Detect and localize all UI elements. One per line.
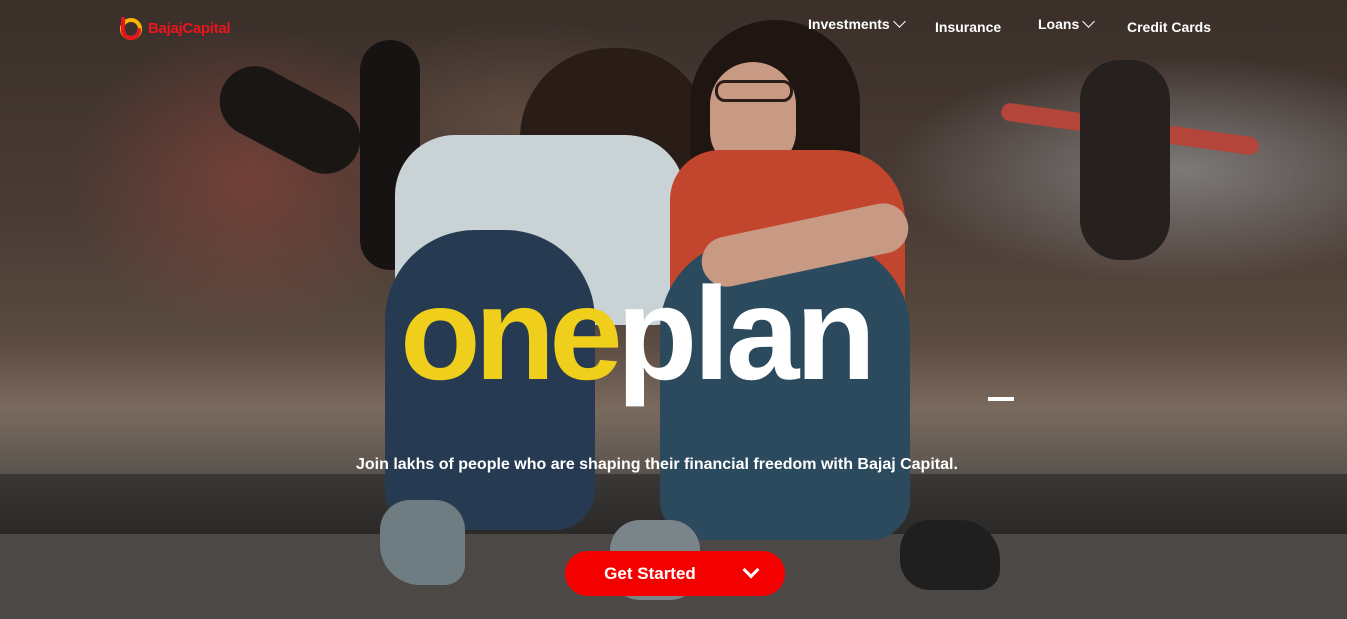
graffiti-shape	[207, 53, 373, 187]
glasses	[715, 80, 793, 102]
get-started-button[interactable]: Get Started	[565, 551, 785, 596]
shoe	[900, 520, 1000, 590]
shoe	[380, 500, 465, 585]
hero-headline: one plan	[400, 260, 876, 408]
nav-item-credit-cards[interactable]: Credit Cards	[1127, 19, 1211, 35]
chevron-down-icon	[892, 15, 906, 28]
bajaj-capital-logo-icon	[120, 17, 142, 40]
graffiti-shape	[1080, 60, 1170, 260]
chevron-down-icon	[742, 561, 760, 579]
typing-cursor	[988, 397, 1014, 401]
nav-item-label: Loans	[1038, 16, 1080, 32]
nav-item-label: Credit Cards	[1127, 19, 1212, 35]
nav-item-label: Insurance	[935, 19, 1002, 35]
headline-main: plan	[616, 260, 876, 407]
brand-logo[interactable]: BajajCapital	[118, 16, 231, 40]
brand-name: BajajCapital	[148, 19, 231, 37]
headline-highlight: one	[400, 260, 623, 407]
chevron-down-icon	[1082, 15, 1096, 28]
get-started-label: Get Started	[604, 563, 696, 583]
hero-tagline: Join lakhs of people who are shaping the…	[356, 456, 958, 473]
nav-item-label: Investments	[808, 16, 890, 32]
nav-item-investments[interactable]: Investments	[808, 15, 906, 32]
nav-item-insurance[interactable]: Insurance	[935, 19, 1001, 35]
nav-item-loans[interactable]: Loans	[1038, 15, 1096, 32]
